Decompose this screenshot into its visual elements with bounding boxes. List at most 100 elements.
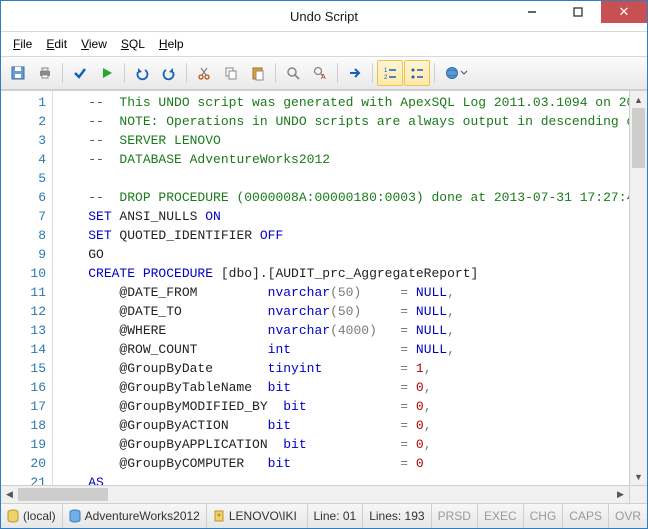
undo-button[interactable] [129,60,155,86]
line-number: 14 [1,340,46,359]
line-number: 12 [1,302,46,321]
code-line: -- SERVER LENOVO [57,131,629,150]
code-line: @GroupByDate tinyint = 1, [57,359,629,378]
scroll-up-button[interactable]: ▲ [630,91,647,108]
code-line: @GroupByCOMPUTER bit = 0 [57,454,629,473]
menu-file[interactable]: File [7,35,38,53]
scroll-right-button[interactable]: ▶ [612,486,629,503]
arrow-right-icon [347,65,363,81]
line-number: 8 [1,226,46,245]
replace-button[interactable]: A [307,60,333,86]
status-database: AdventureWorks2012 [63,504,207,528]
separator [62,63,63,83]
save-icon [10,65,26,81]
separator [337,63,338,83]
options-button[interactable] [439,60,473,86]
copy-button[interactable] [218,60,244,86]
menu-view[interactable]: View [75,35,113,53]
separator [434,63,435,83]
code-line: -- DROP PROCEDURE (0000008A:00000180:000… [57,188,629,207]
status-chg: CHG [524,504,564,528]
chevron-down-icon [460,65,468,81]
line-number: 11 [1,283,46,302]
close-button[interactable]: ✕ [601,1,647,23]
redo-button[interactable] [156,60,182,86]
maximize-button[interactable] [555,1,601,23]
numbered-list-button[interactable]: 12 [377,60,403,86]
separator [372,63,373,83]
line-number: 19 [1,435,46,454]
scroll-track[interactable] [18,486,612,503]
code-line: SET ANSI_NULLS ON [57,207,629,226]
print-button[interactable] [32,60,58,86]
line-number: 6 [1,188,46,207]
find-button[interactable] [280,60,306,86]
cut-icon [196,65,212,81]
vertical-scrollbar[interactable]: ▲ ▼ [629,91,647,485]
separator [186,63,187,83]
line-number: 2 [1,112,46,131]
find-icon [285,65,301,81]
status-lines: Lines: 193 [363,504,431,528]
scroll-down-button[interactable]: ▼ [630,468,647,485]
line-number: 18 [1,416,46,435]
copy-icon [223,65,239,81]
line-number: 9 [1,245,46,264]
status-caps: CAPS [563,504,609,528]
toolbar: A 12 [1,57,647,90]
svg-text:A: A [321,74,326,81]
menu-help[interactable]: Help [153,35,190,53]
undo-icon [134,65,150,81]
save-button[interactable] [5,60,31,86]
code-line: CREATE PROCEDURE [dbo].[AUDIT_prc_Aggreg… [57,264,629,283]
minimize-button[interactable] [509,1,555,23]
close-icon: ✕ [619,4,630,20]
scroll-thumb[interactable] [632,108,645,168]
menu-sql[interactable]: SQL [115,35,151,53]
globe-icon [444,65,460,81]
code-line: SET QUOTED_IDENTIFIER OFF [57,226,629,245]
goto-button[interactable] [342,60,368,86]
line-number: 5 [1,169,46,188]
line-number: 13 [1,321,46,340]
line-number: 3 [1,131,46,150]
bullet-list-button[interactable] [404,60,430,86]
code-line [57,169,629,188]
database-icon [69,509,81,523]
code-area[interactable]: -- This UNDO script was generated with A… [53,91,629,485]
check-icon [72,65,88,81]
status-server: (local) [1,504,63,528]
line-number: 21 [1,473,46,485]
print-icon [37,65,53,81]
status-line: Line: 01 [308,504,364,528]
code-line: @DATE_FROM nvarchar(50) = NULL, [57,283,629,302]
user-icon [213,509,225,523]
scroll-left-button[interactable]: ◀ [1,486,18,503]
execute-button[interactable] [94,60,120,86]
code-line: @GroupByAPPLICATION bit = 0, [57,435,629,454]
server-icon [7,509,19,523]
horizontal-scrollbar[interactable]: ◀ ▶ [1,485,647,503]
line-number: 4 [1,150,46,169]
separator [124,63,125,83]
replace-icon: A [312,65,328,81]
paste-button[interactable] [245,60,271,86]
cut-button[interactable] [191,60,217,86]
window-controls: ✕ [509,1,647,23]
code-line: @GroupByMODIFIED_BY bit = 0, [57,397,629,416]
status-prsd: PRSD [432,504,478,528]
line-number: 10 [1,264,46,283]
code-line: -- NOTE: Operations in UNDO scripts are … [57,112,629,131]
menu-edit[interactable]: Edit [40,35,73,53]
maximize-icon [573,7,583,17]
code-line: AS [57,473,629,485]
code-line: @GroupByACTION bit = 0, [57,416,629,435]
status-exec: EXEC [478,504,524,528]
line-number: 1 [1,93,46,112]
check-syntax-button[interactable] [67,60,93,86]
svg-text:2: 2 [384,75,388,81]
paste-icon [250,65,266,81]
scroll-thumb[interactable] [18,488,108,501]
code-line: -- DATABASE AdventureWorks2012 [57,150,629,169]
line-number-gutter: 1234567891011121314151617181920212223 [1,91,53,485]
